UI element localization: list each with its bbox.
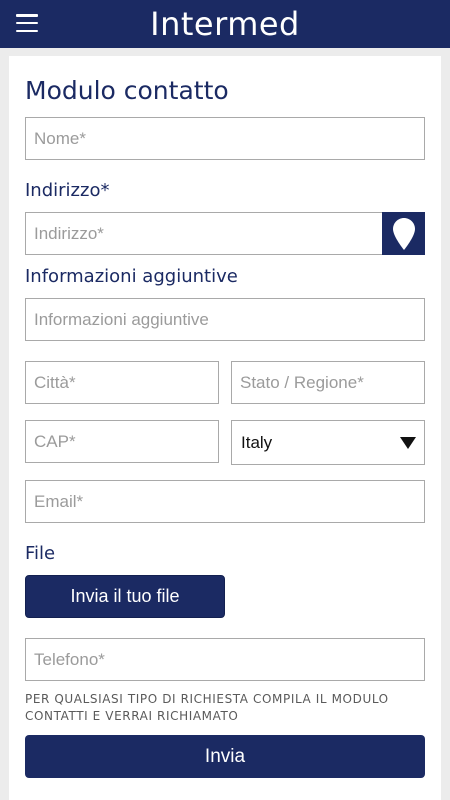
upload-file-button[interactable]: Invia il tuo file: [25, 575, 225, 618]
form-title: Modulo contatto: [25, 76, 229, 105]
city-input[interactable]: [25, 361, 219, 404]
phone-input[interactable]: [25, 638, 425, 681]
country-select[interactable]: Italy: [231, 420, 425, 465]
app-title: Intermed: [150, 5, 300, 43]
hamburger-menu-icon[interactable]: [14, 12, 40, 34]
address-input[interactable]: [25, 212, 383, 255]
form-notice: PER QUALSIASI TIPO DI RICHIESTA COMPILA …: [25, 692, 389, 723]
state-input[interactable]: [231, 361, 425, 404]
zip-input[interactable]: [25, 420, 219, 463]
submit-button[interactable]: Invia: [25, 735, 425, 778]
country-value: Italy: [241, 432, 273, 452]
location-button[interactable]: [382, 212, 425, 255]
app-header: Intermed: [0, 0, 450, 48]
map-pin-icon: [392, 217, 415, 250]
extra-info-label: Informazioni aggiuntive: [25, 266, 238, 287]
email-input[interactable]: [25, 480, 425, 523]
extra-info-input[interactable]: [25, 298, 425, 341]
address-label: Indirizzo*: [25, 180, 110, 201]
name-input[interactable]: [25, 117, 425, 160]
file-label: File: [25, 543, 56, 564]
dropdown-caret-icon: [400, 436, 416, 449]
